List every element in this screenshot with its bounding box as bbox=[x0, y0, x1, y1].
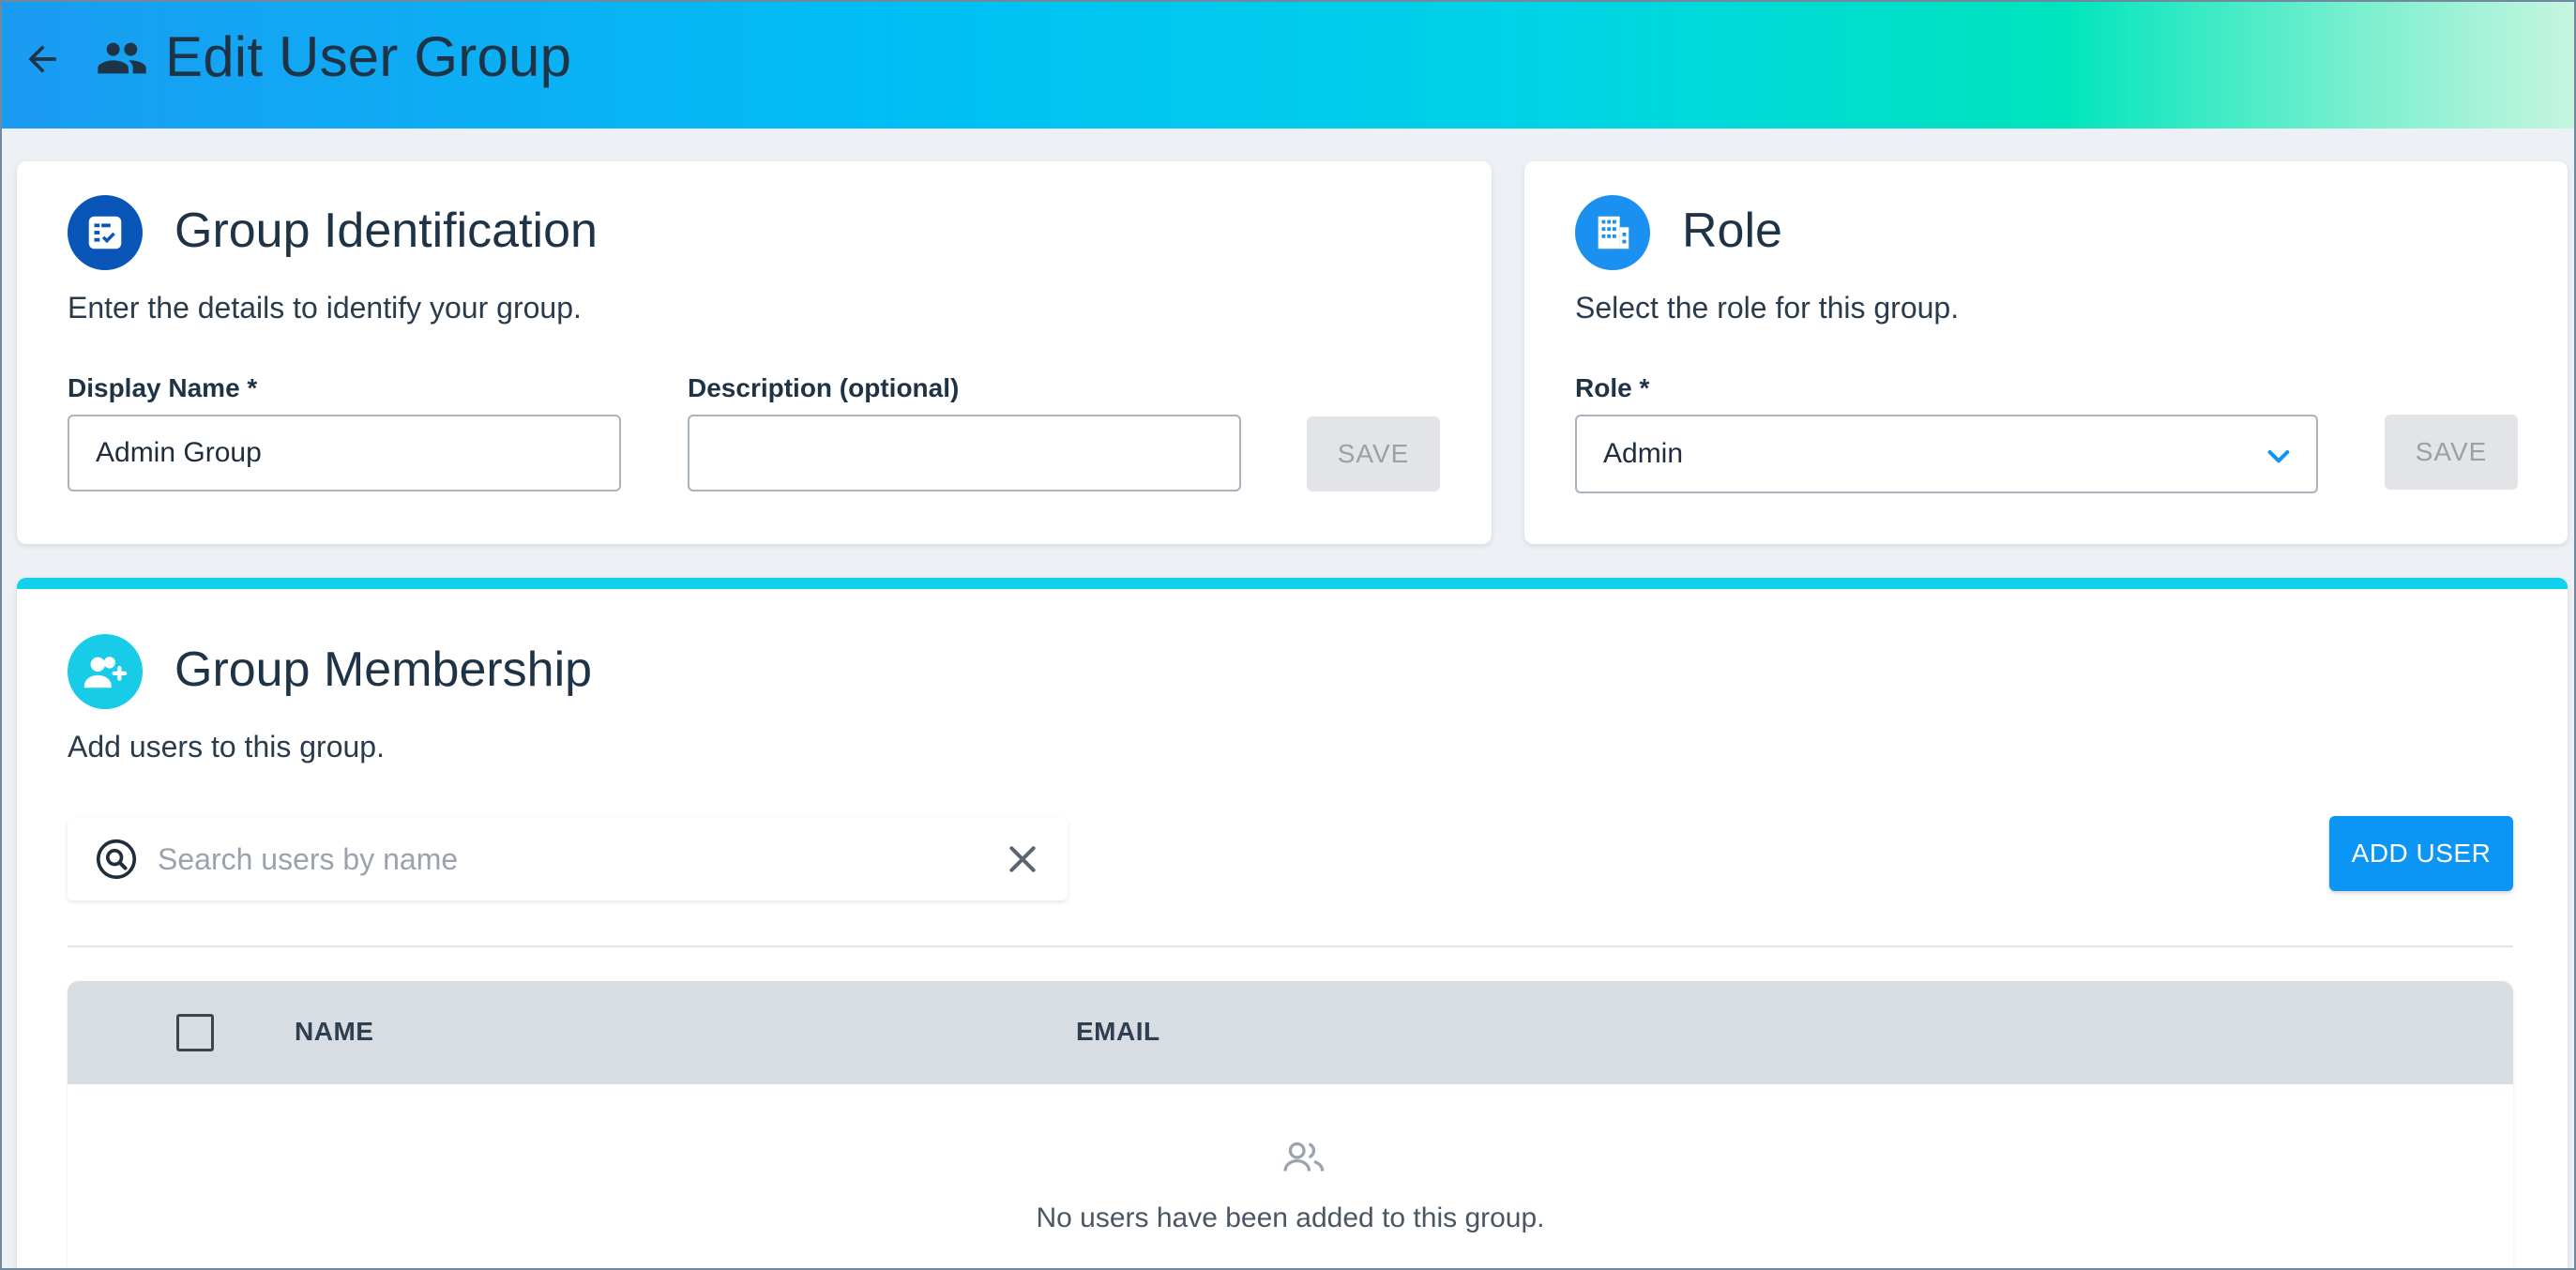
search-icon bbox=[96, 839, 137, 880]
app-window: Edit User Group Group Identification Ent… bbox=[0, 0, 2576, 1270]
save-role-button[interactable]: SAVE bbox=[2385, 415, 2518, 490]
divider bbox=[68, 945, 2513, 947]
building-icon bbox=[1575, 195, 1650, 270]
role-label: Role * bbox=[1575, 373, 1650, 402]
column-header-name[interactable]: NAME bbox=[295, 1017, 373, 1047]
column-header-email[interactable]: EMAIL bbox=[1076, 1017, 1160, 1047]
section-subtitle: Add users to this group. bbox=[68, 730, 385, 764]
section-subtitle: Select the role for this group. bbox=[1575, 291, 1960, 325]
select-all-checkbox[interactable] bbox=[176, 1014, 214, 1051]
description-input[interactable] bbox=[688, 415, 1241, 491]
role-select-value: Admin bbox=[1603, 438, 1684, 469]
user-search-box bbox=[68, 818, 1068, 900]
people-icon bbox=[98, 42, 146, 74]
page-title: Edit User Group bbox=[165, 25, 572, 88]
group-identification-card: Group Identification Enter the details t… bbox=[17, 161, 1492, 544]
role-select[interactable]: Admin bbox=[1575, 415, 2318, 493]
add-user-icon bbox=[68, 634, 143, 709]
page-header: Edit User Group bbox=[2, 2, 2574, 129]
members-table: NAME EMAIL No users have been added to t… bbox=[68, 981, 2513, 1268]
arrow-left-icon bbox=[28, 45, 56, 73]
close-icon[interactable] bbox=[1004, 840, 1041, 878]
add-user-button[interactable]: ADD USER bbox=[2329, 816, 2513, 891]
table-header: NAME EMAIL bbox=[68, 981, 2513, 1084]
section-title: Group Identification bbox=[174, 204, 598, 258]
role-card: Role Select the role for this group. Rol… bbox=[1524, 161, 2568, 544]
people-outline-icon bbox=[1283, 1141, 1325, 1172]
checklist-icon bbox=[68, 195, 143, 270]
search-input[interactable] bbox=[158, 829, 964, 889]
empty-state-message: No users have been added to this group. bbox=[1036, 1202, 1545, 1233]
description-label: Description (optional) bbox=[688, 373, 960, 402]
section-title: Group Membership bbox=[174, 643, 593, 697]
display-name-label: Display Name * bbox=[68, 373, 258, 402]
save-identification-button[interactable]: SAVE bbox=[1307, 416, 1440, 491]
section-title: Role bbox=[1682, 204, 1782, 258]
back-button[interactable] bbox=[17, 34, 68, 84]
section-subtitle: Enter the details to identify your group… bbox=[68, 291, 582, 325]
chevron-down-icon bbox=[2267, 450, 2290, 463]
group-membership-card: Group Membership Add users to this group… bbox=[17, 578, 2568, 1268]
display-name-input[interactable] bbox=[68, 415, 621, 491]
